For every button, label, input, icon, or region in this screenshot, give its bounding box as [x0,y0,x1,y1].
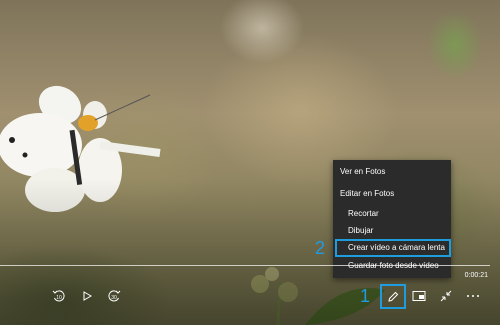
skip-forward-30-icon[interactable]: 30 [105,287,123,305]
highlight-slow-motion-item [335,239,451,257]
menu-item-recortar[interactable]: Recortar [348,209,379,219]
highlight-edit-button [380,284,406,309]
context-menu: Ver en Fotos Editar en Fotos Recortar Di… [333,160,451,278]
annotation-step-1: 1 [360,286,371,306]
annotation-step-2: 2 [315,238,326,258]
svg-text:10: 10 [56,295,62,301]
skip-back-10-icon[interactable]: 10 [50,287,68,305]
more-icon[interactable] [464,287,482,305]
menu-item-editar-en-fotos[interactable]: Editar en Fotos [340,189,394,199]
mini-view-icon[interactable] [410,287,428,305]
time-label: 0:00:21 [464,272,488,279]
menu-item-dibujar[interactable]: Dibujar [348,226,373,236]
exit-fullscreen-icon[interactable] [437,287,455,305]
play-icon[interactable] [78,287,96,305]
menu-item-guardar-foto[interactable]: Guardar foto desde vídeo [348,261,439,271]
menu-item-ver-en-fotos[interactable]: Ver en Fotos [340,167,385,177]
svg-text:30: 30 [111,295,117,301]
progress-bar[interactable] [0,265,490,266]
